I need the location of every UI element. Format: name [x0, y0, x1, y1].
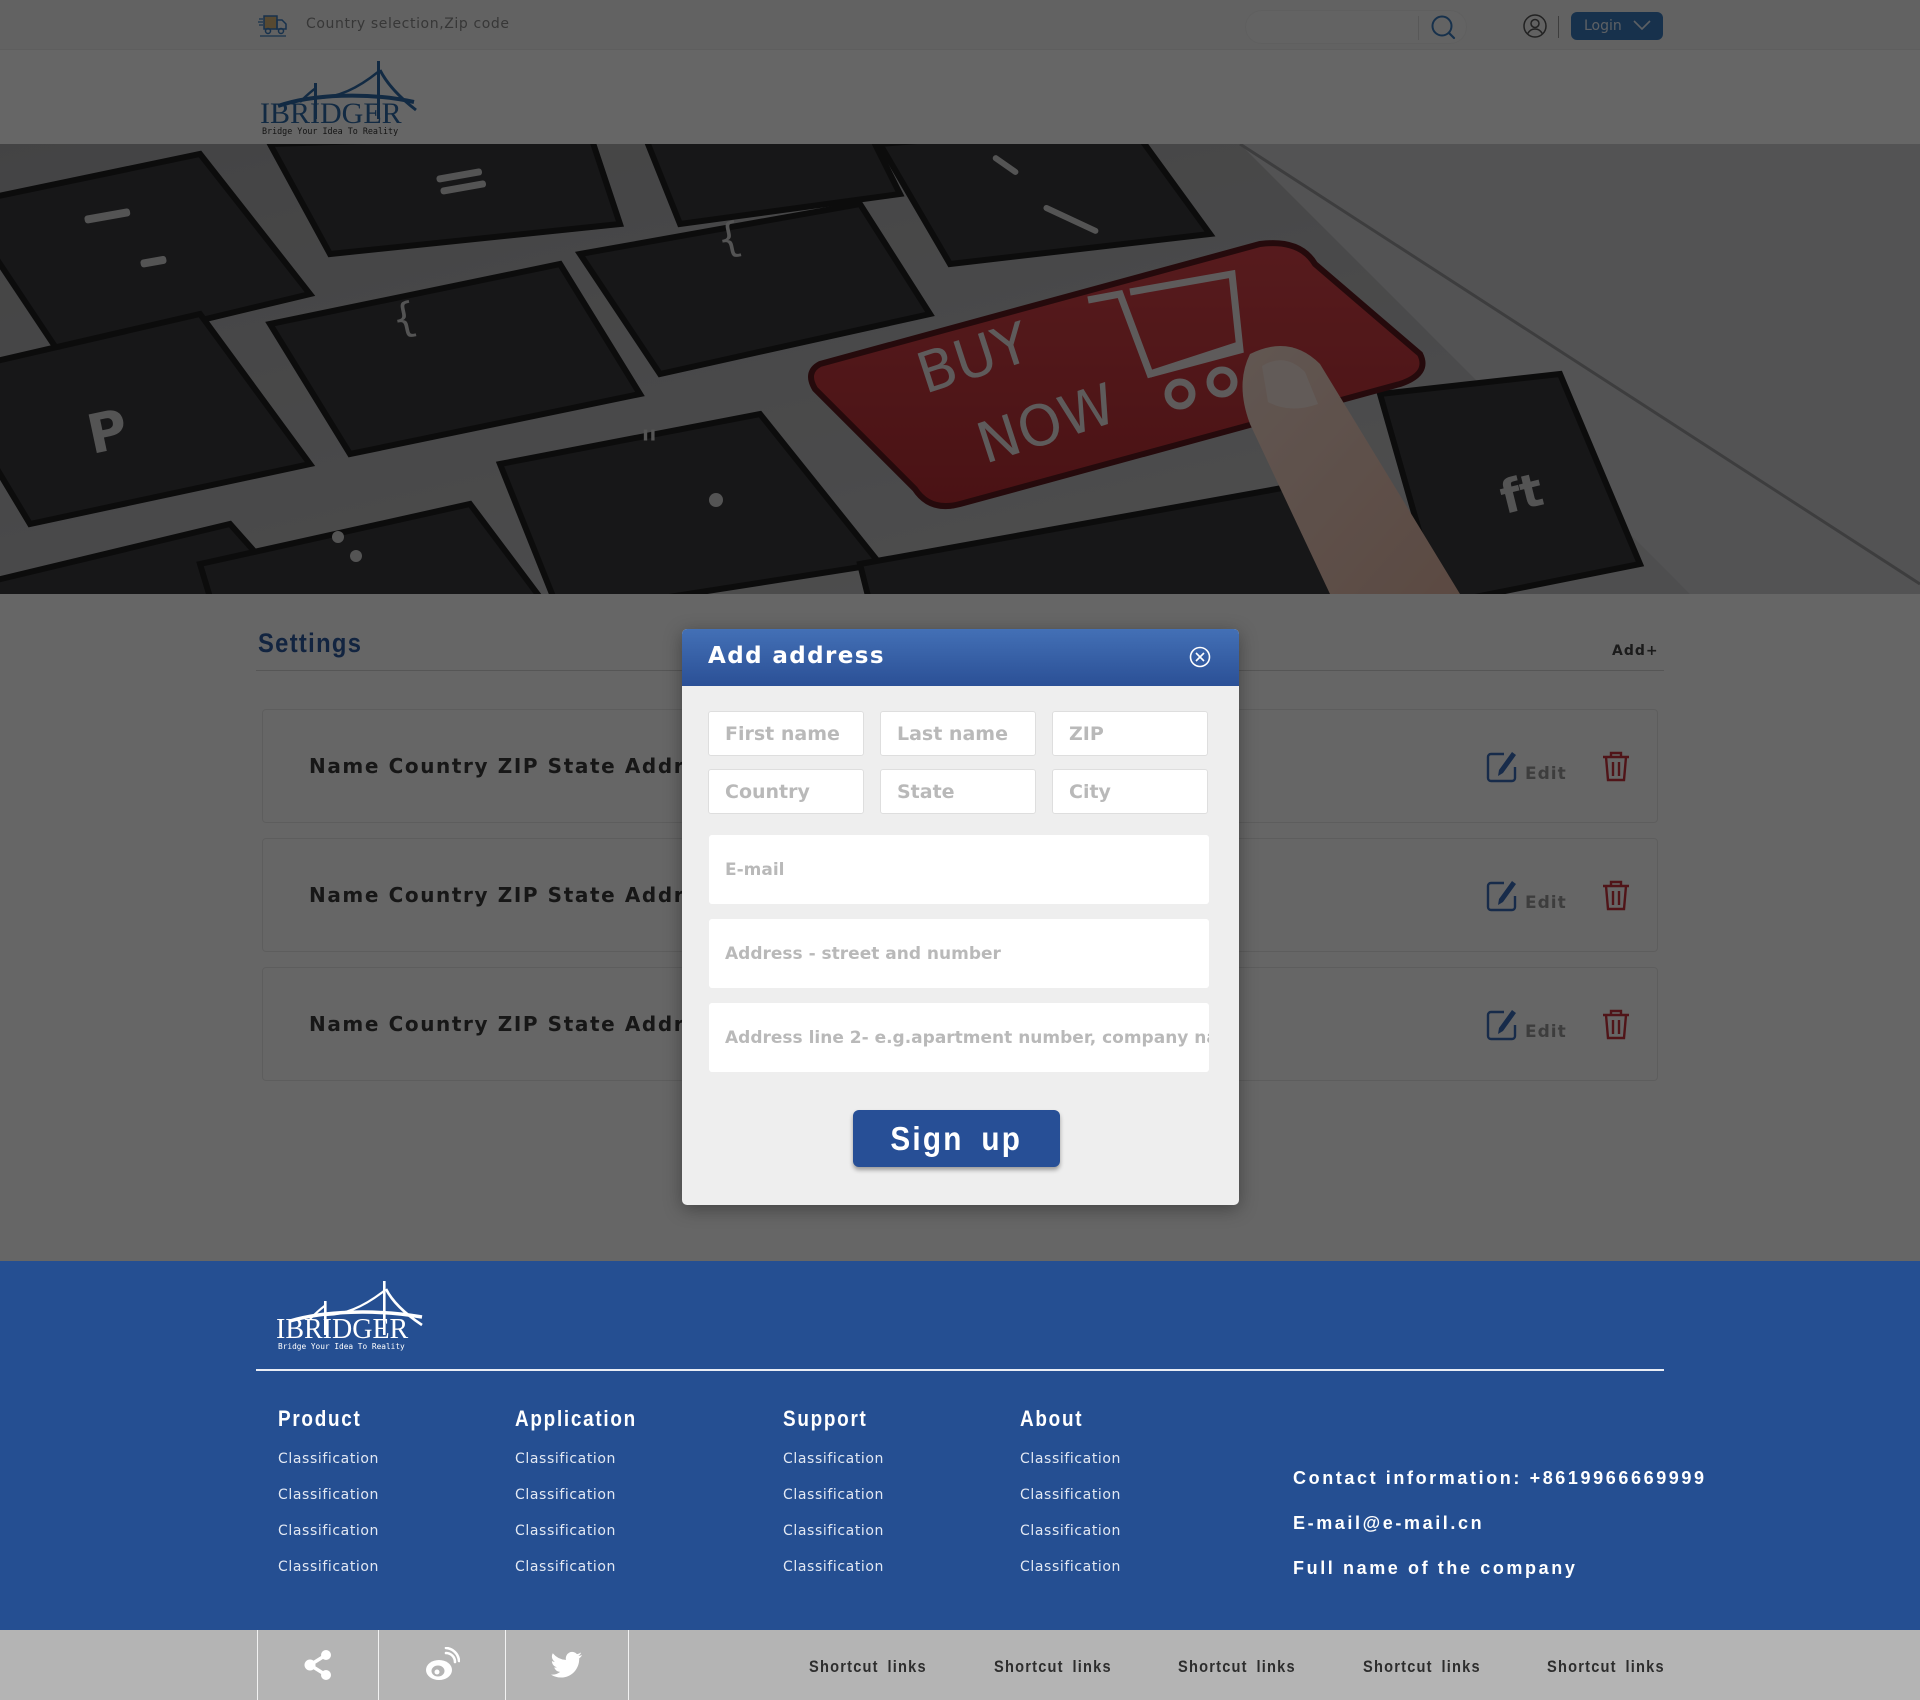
state-field[interactable]	[880, 769, 1036, 814]
footer-link[interactable]: Classification	[1020, 1484, 1121, 1507]
footer-link[interactable]: Classification	[515, 1520, 657, 1543]
footer-logo-wordmark: IBRIDGER	[276, 1314, 409, 1345]
footer-column-product: Product Classification Classification Cl…	[278, 1406, 379, 1579]
footer-link[interactable]: Classification	[515, 1484, 657, 1507]
contact-email[interactable]: E-mail@e-mail.cn	[1293, 1513, 1484, 1534]
footer-column-title: About	[1020, 1406, 1084, 1431]
footer-column-title: Application	[515, 1406, 637, 1431]
site-footer: IBRIDGER Bridge Your Idea To Reality Pro…	[0, 1261, 1920, 1630]
shortcut-link[interactable]: Shortcut links	[994, 1657, 1112, 1677]
footer-logo[interactable]: IBRIDGER Bridge Your Idea To Reality	[274, 1277, 424, 1351]
footer-column-title: Support	[783, 1406, 868, 1431]
footer-column-about: About Classification Classification Clas…	[1020, 1406, 1121, 1579]
shortcut-link[interactable]: Shortcut links	[1363, 1657, 1481, 1677]
footer-link[interactable]: Classification	[783, 1520, 884, 1543]
footer-link[interactable]: Classification	[515, 1556, 657, 1579]
twitter-button[interactable]	[505, 1630, 628, 1700]
shortcut-link[interactable]: Shortcut links	[1178, 1657, 1296, 1677]
footer-link[interactable]: Classification	[278, 1448, 379, 1471]
footer-divider	[256, 1369, 1664, 1371]
footer-logo-tagline: Bridge Your Idea To Reality	[278, 1342, 405, 1351]
footer-link[interactable]: Classification	[515, 1448, 657, 1471]
zip-field[interactable]	[1052, 711, 1208, 756]
address-line2-field[interactable]	[709, 1003, 1209, 1072]
weibo-icon	[426, 1647, 460, 1680]
footer-link[interactable]: Classification	[783, 1484, 884, 1507]
address-line1-field[interactable]	[709, 919, 1209, 988]
shortcut-link[interactable]: Shortcut links	[1547, 1657, 1665, 1677]
city-field[interactable]	[1052, 769, 1208, 814]
share-button[interactable]	[257, 1630, 378, 1700]
twitter-icon	[551, 1651, 582, 1678]
country-field[interactable]	[708, 769, 864, 814]
footer-link[interactable]: Classification	[1020, 1556, 1121, 1579]
footer-column-support: Support Classification Classification Cl…	[783, 1406, 884, 1579]
share-icon	[304, 1650, 331, 1680]
footer-link[interactable]: Classification	[783, 1448, 884, 1471]
footer-link[interactable]: Classification	[278, 1520, 379, 1543]
contact-phone: Contact information: +8619966669999	[1293, 1468, 1707, 1488]
footer-link[interactable]: Classification	[1020, 1448, 1121, 1471]
footer-link[interactable]: Classification	[278, 1484, 379, 1507]
add-address-modal: Add address Sign up	[682, 629, 1239, 1205]
last-name-field[interactable]	[880, 711, 1036, 756]
company-name: Full name of the company	[1293, 1558, 1578, 1578]
footer-link[interactable]: Classification	[1020, 1520, 1121, 1543]
shortcut-link[interactable]: Shortcut links	[809, 1657, 927, 1677]
close-icon[interactable]	[1189, 646, 1211, 668]
modal-title: Add address	[708, 643, 885, 669]
sign-up-label: Sign up	[890, 1119, 1023, 1157]
footer-column-application: Application Classification Classificatio…	[515, 1406, 657, 1579]
footer-column-title: Product	[278, 1406, 362, 1431]
weibo-button[interactable]	[378, 1630, 505, 1700]
bottom-bar: Shortcut links Shortcut links Shortcut l…	[0, 1630, 1920, 1700]
footer-link[interactable]: Classification	[783, 1556, 884, 1579]
social-divider	[628, 1630, 629, 1700]
footer-link[interactable]: Classification	[278, 1556, 379, 1579]
sign-up-button[interactable]: Sign up	[853, 1110, 1060, 1167]
email-field[interactable]	[709, 835, 1209, 904]
first-name-field[interactable]	[708, 711, 864, 756]
modal-header: Add address	[682, 629, 1239, 686]
